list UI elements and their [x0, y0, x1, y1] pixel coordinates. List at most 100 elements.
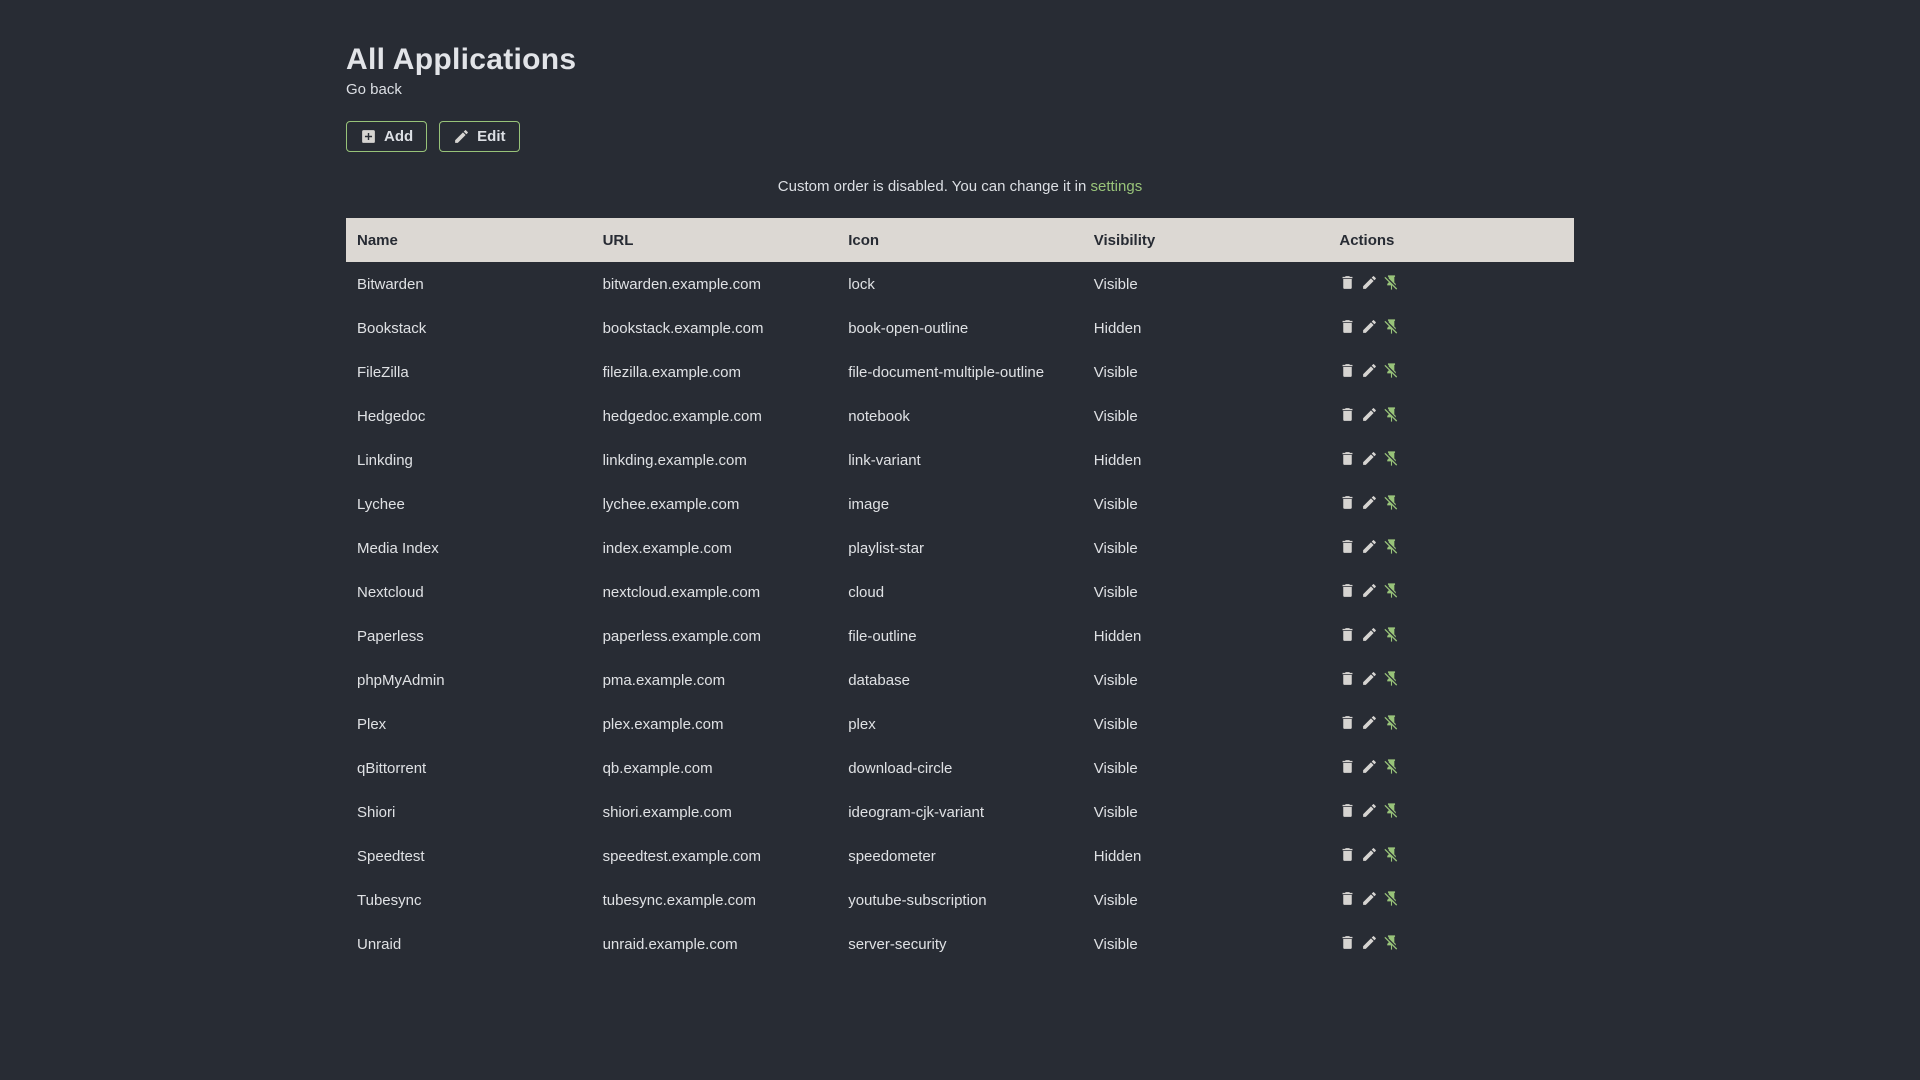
unpin-button[interactable] — [1383, 406, 1400, 426]
edit-row-button[interactable] — [1361, 450, 1378, 470]
unpin-button[interactable] — [1383, 318, 1400, 338]
unpin-button[interactable] — [1383, 802, 1400, 822]
app-visibility-cell: Hidden — [1093, 847, 1142, 865]
app-icon-cell: cloud — [848, 583, 885, 601]
delete-button[interactable] — [1339, 582, 1356, 602]
edit-row-button[interactable] — [1361, 890, 1378, 910]
unpin-button[interactable] — [1383, 890, 1400, 910]
edit-row-button[interactable] — [1361, 670, 1378, 690]
pencil-icon — [1361, 406, 1378, 426]
unpin-button[interactable] — [1383, 274, 1400, 294]
unpin-button[interactable] — [1383, 494, 1400, 514]
settings-link[interactable]: settings — [1091, 178, 1143, 195]
trash-icon — [1339, 626, 1356, 646]
app-visibility-cell: Hidden — [1093, 451, 1142, 469]
unpin-button[interactable] — [1383, 714, 1400, 734]
column-header-name: Name — [346, 218, 592, 262]
edit-button[interactable]: Edit — [439, 121, 520, 152]
edit-row-button[interactable] — [1361, 626, 1378, 646]
unpin-button[interactable] — [1383, 758, 1400, 778]
trash-icon — [1339, 758, 1356, 778]
row-actions — [1339, 482, 1574, 526]
table-row: Nextcloud nextcloud.example.com cloud Vi… — [346, 570, 1574, 614]
row-actions — [1339, 878, 1574, 922]
delete-button[interactable] — [1339, 934, 1356, 954]
delete-button[interactable] — [1339, 406, 1356, 426]
settings-page: All Applications Go back Add Edit Custom… — [346, 0, 1574, 966]
app-icon-cell: file-outline — [848, 627, 917, 645]
pin-off-icon — [1383, 362, 1400, 382]
edit-row-button[interactable] — [1361, 274, 1378, 294]
app-visibility-cell: Visible — [1093, 583, 1138, 601]
app-icon-cell: database — [848, 671, 910, 689]
unpin-button[interactable] — [1383, 538, 1400, 558]
delete-button[interactable] — [1339, 450, 1356, 470]
pin-off-icon — [1383, 714, 1400, 734]
unpin-button[interactable] — [1383, 626, 1400, 646]
delete-button[interactable] — [1339, 846, 1356, 866]
edit-row-button[interactable] — [1361, 714, 1378, 734]
app-name-cell: Speedtest — [357, 847, 425, 865]
delete-button[interactable] — [1339, 890, 1356, 910]
app-url-cell: hedgedoc.example.com — [602, 407, 762, 425]
app-visibility-cell: Visible — [1093, 671, 1138, 689]
trash-icon — [1339, 934, 1356, 954]
app-icon-cell: speedometer — [848, 847, 936, 865]
delete-button[interactable] — [1339, 318, 1356, 338]
pin-off-icon — [1383, 406, 1400, 426]
unpin-button[interactable] — [1383, 582, 1400, 602]
pin-off-icon — [1383, 318, 1400, 338]
app-icon-cell: server-security — [848, 935, 947, 953]
delete-button[interactable] — [1339, 670, 1356, 690]
unpin-button[interactable] — [1383, 846, 1400, 866]
row-actions — [1339, 306, 1574, 350]
delete-button[interactable] — [1339, 714, 1356, 734]
delete-button[interactable] — [1339, 758, 1356, 778]
delete-button[interactable] — [1339, 538, 1356, 558]
delete-button[interactable] — [1339, 362, 1356, 382]
app-name-cell: Hedgedoc — [357, 407, 426, 425]
trash-icon — [1339, 670, 1356, 690]
delete-button[interactable] — [1339, 802, 1356, 822]
table-row: Linkding linkding.example.com link-varia… — [346, 438, 1574, 482]
delete-button[interactable] — [1339, 274, 1356, 294]
unpin-button[interactable] — [1383, 362, 1400, 382]
column-header-icon: Icon — [837, 218, 1083, 262]
pencil-icon — [1361, 626, 1378, 646]
page-title: All Applications — [346, 43, 577, 76]
edit-row-button[interactable] — [1361, 362, 1378, 382]
app-icon-cell: youtube-subscription — [848, 891, 987, 909]
row-actions — [1339, 922, 1574, 966]
app-icon-cell: playlist-star — [848, 539, 925, 557]
app-visibility-cell: Visible — [1093, 891, 1138, 909]
edit-row-button[interactable] — [1361, 318, 1378, 338]
plus-box-icon — [360, 128, 377, 145]
app-visibility-cell: Visible — [1093, 539, 1138, 557]
edit-row-button[interactable] — [1361, 846, 1378, 866]
unpin-button[interactable] — [1383, 670, 1400, 690]
edit-row-button[interactable] — [1361, 406, 1378, 426]
column-header-visibility: Visibility — [1082, 218, 1329, 262]
go-back-link[interactable]: Go back — [346, 81, 402, 98]
app-visibility-cell: Visible — [1093, 275, 1138, 293]
unpin-button[interactable] — [1383, 450, 1400, 470]
unpin-button[interactable] — [1383, 934, 1400, 954]
add-button[interactable]: Add — [346, 121, 428, 152]
delete-button[interactable] — [1339, 494, 1356, 514]
edit-row-button[interactable] — [1361, 538, 1378, 558]
table-row: Lychee lychee.example.com image Visible — [346, 482, 1574, 526]
pencil-icon — [1361, 934, 1378, 954]
table-row: qBittorrent qb.example.com download-circ… — [346, 746, 1574, 790]
app-name-cell: phpMyAdmin — [357, 671, 445, 689]
edit-row-button[interactable] — [1361, 934, 1378, 954]
table-body: Bitwarden bitwarden.example.com lock Vis… — [346, 262, 1574, 966]
row-actions — [1339, 790, 1574, 834]
edit-row-button[interactable] — [1361, 494, 1378, 514]
app-name-cell: Nextcloud — [357, 583, 424, 601]
delete-button[interactable] — [1339, 626, 1356, 646]
edit-row-button[interactable] — [1361, 758, 1378, 778]
app-name-cell: Shiori — [357, 803, 396, 821]
table-row: Shiori shiori.example.com ideogram-cjk-v… — [346, 790, 1574, 834]
edit-row-button[interactable] — [1361, 802, 1378, 822]
edit-row-button[interactable] — [1361, 582, 1378, 602]
